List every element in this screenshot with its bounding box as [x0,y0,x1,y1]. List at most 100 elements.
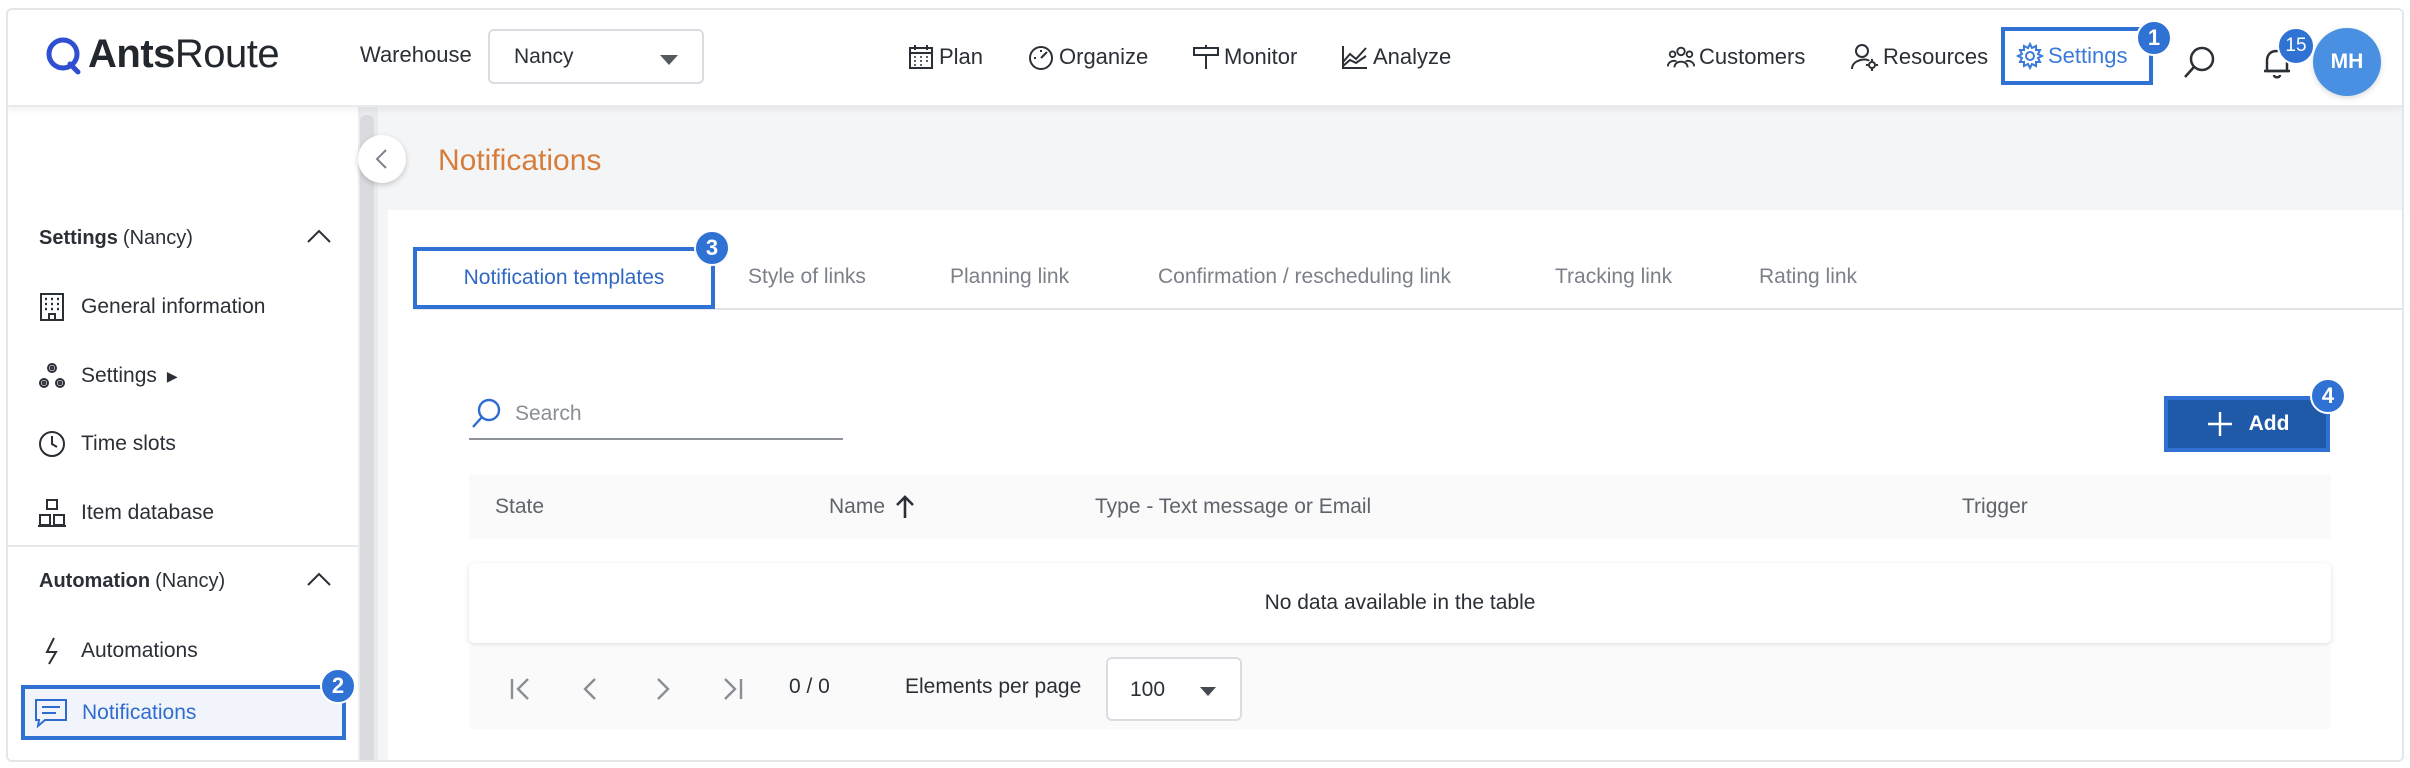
logo-text-bold: Ants [88,32,175,76]
resources-icon [1851,44,1878,71]
nav-plan[interactable]: Plan [906,38,983,76]
next-page-button[interactable] [645,672,679,706]
tab-notification-templates[interactable]: Notification templates [413,247,715,309]
empty-table-message: No data available in the table [469,563,2331,643]
sidebar-item-notifications[interactable]: Notifications [21,685,346,740]
column-state[interactable]: State [495,475,544,539]
first-page-icon [510,678,529,700]
user-avatar[interactable]: MH [2313,28,2381,96]
search-field[interactable] [469,390,843,440]
warehouse-select-value: Nancy [514,45,574,68]
search-icon [472,398,501,428]
sort-ascending-arrow-icon [896,495,914,518]
column-trigger[interactable]: Trigger [1962,475,2028,539]
sidebar-item-label: Automations [81,639,198,662]
lightning-icon [45,637,58,665]
last-page-button[interactable] [715,672,749,706]
column-name[interactable]: Name [829,475,917,539]
previous-page-button[interactable] [574,672,608,706]
tab-confirmation-rescheduling-link[interactable]: Confirmation / rescheduling link [1158,246,1451,308]
gears-icon [39,363,65,388]
search-input[interactable] [515,402,815,426]
nav-organize-label: Organize [1059,44,1149,69]
sidebar-item-general-information[interactable]: General information [8,277,358,337]
sidebar-item-label: Settings [81,364,157,387]
pagination-bar: 0 / 0 Elements per page 100 [469,647,2331,729]
warehouse-label: Warehouse [360,42,472,67]
nav-customers[interactable]: Customers [1666,38,1805,76]
step-marker-2: 2 [320,668,356,704]
antsroute-logo[interactable]: AntsRoute [42,32,280,77]
add-button-label: Add [2248,412,2290,435]
nav-analyze-label: Analyze [1373,44,1452,69]
nav-resources[interactable]: Resources [1850,38,1988,76]
calendar-icon [909,45,933,69]
caret-down-icon [660,55,678,65]
building-icon [40,293,64,321]
collapse-sidebar-button[interactable] [358,135,406,183]
table-header: State Name Type - Text message or Email … [469,475,2331,539]
nav-settings-label: Settings [2048,43,2128,68]
last-page-icon [724,678,743,700]
column-type[interactable]: Type - Text message or Email [1095,475,1371,539]
settings-section-title: Settings [39,226,118,249]
chevron-left-icon [583,678,596,700]
tab-tracking-link[interactable]: Tracking link [1555,246,1672,308]
elements-per-page-select[interactable]: 100 [1106,657,1242,721]
submenu-arrow-icon: ▶ [166,367,178,384]
logo-icon [46,37,81,74]
chevron-left-icon [375,149,387,169]
column-name-label: Name [829,495,886,518]
sidebar-scrollbar[interactable] [360,115,374,760]
plus-icon [2207,412,2232,436]
chevron-up-icon [307,572,331,586]
sidebar-item-settings[interactable]: Settings ▶ [8,346,358,406]
notification-count-badge: 15 [2277,27,2315,65]
step-marker-3: 3 [694,230,730,266]
sidebar-item-item-database[interactable]: Item database [8,483,358,543]
sidebar: Settings (Nancy) General information Set… [8,107,358,760]
automation-section-header[interactable]: Automation (Nancy) [8,547,358,615]
tab-planning-link[interactable]: Planning link [950,246,1069,308]
tab-rating-link[interactable]: Rating link [1759,246,1857,308]
sidebar-item-automations[interactable]: Automations [8,621,358,681]
search-icon [2184,46,2215,78]
tab-style-of-links[interactable]: Style of links [748,246,866,308]
nav-settings[interactable]: Settings [2005,31,2149,81]
gear-icon [2015,41,2045,71]
add-button[interactable]: Add [2164,396,2330,452]
nav-resources-label: Resources [1883,44,1989,69]
clock-icon [39,431,65,457]
search-button[interactable] [2179,43,2219,83]
step-marker-1: 1 [2136,20,2172,56]
warehouse-select[interactable]: Nancy [488,29,704,84]
sidebar-item-label: Notifications [82,700,197,724]
step-marker-4: 4 [2310,378,2346,414]
nav-monitor[interactable]: Monitor [1191,38,1297,76]
chevron-up-icon [307,229,331,243]
app-window: AntsRoute Warehouse Nancy Plan Organize [6,8,2404,762]
sidebar-item-label: Time slots [81,432,176,455]
page-title: Notifications [438,144,602,177]
settings-section-header[interactable]: Settings (Nancy) [8,204,358,272]
chart-line-icon [1342,46,1367,69]
caret-down-icon [1200,687,1216,696]
boxes-icon [38,499,66,527]
customers-icon [1666,46,1696,68]
settings-section-scope: (Nancy) [122,226,193,249]
first-page-button[interactable] [504,672,538,706]
elements-per-page-value: 100 [1130,678,1166,701]
nav-analyze[interactable]: Analyze [1340,38,1451,76]
logo-text-light: Route [174,32,280,76]
nav-customers-label: Customers [1699,44,1806,69]
signpost-icon [1193,45,1219,69]
elements-per-page-label: Elements per page [905,675,1082,698]
automation-section-scope: (Nancy) [155,569,226,592]
chevron-right-icon [657,678,670,700]
nav-plan-label: Plan [939,44,984,69]
nav-organize[interactable]: Organize [1026,38,1148,76]
settings-highlight: Settings [2001,27,2153,85]
sidebar-item-time-slots[interactable]: Time slots [8,414,358,474]
automation-section-title: Automation [39,569,151,592]
top-bar: AntsRoute Warehouse Nancy Plan Organize [8,10,2402,107]
